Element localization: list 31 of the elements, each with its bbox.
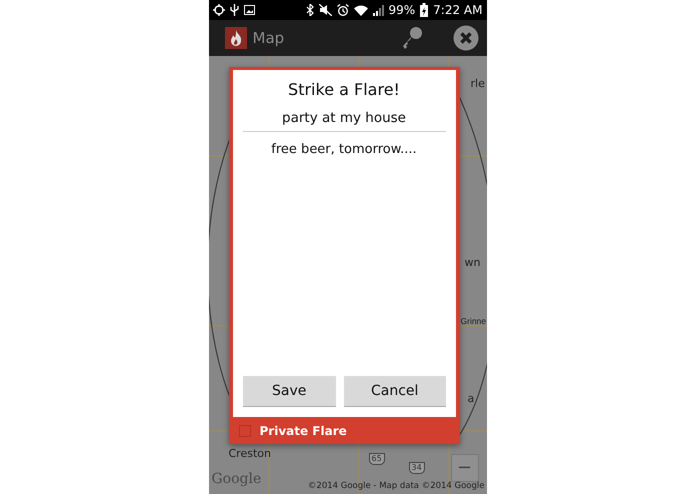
mute-icon xyxy=(318,4,332,16)
battery-percent: 99% xyxy=(388,2,416,19)
place-label: rle xyxy=(470,78,485,89)
flame-icon[interactable] xyxy=(224,27,246,49)
map-attribution: ©2014 Google - Map data ©2014 Google xyxy=(308,480,484,493)
place-label: a xyxy=(468,393,474,404)
app-title: Map xyxy=(252,28,284,49)
private-checkbox[interactable] xyxy=(238,424,250,436)
flare-message-field[interactable]: free beer, tomorrow.... xyxy=(242,132,446,368)
signal-icon xyxy=(372,4,384,16)
dialog-title: Strike a Flare! xyxy=(288,79,400,101)
highway-shield: 34 xyxy=(408,462,425,474)
key-icon[interactable] xyxy=(400,26,422,50)
bluetooth-icon xyxy=(306,4,314,16)
clock-time: 7:22 AM xyxy=(433,2,482,19)
private-flare-label: Private Flare xyxy=(260,422,347,440)
highway-shield: 65 xyxy=(368,453,385,465)
usb-icon xyxy=(230,4,238,16)
gps-target-icon xyxy=(212,4,224,16)
place-label: wn xyxy=(464,257,480,268)
map-logo: Google xyxy=(212,470,262,489)
place-label: Grinne xyxy=(460,317,486,326)
save-button[interactable]: Save xyxy=(242,376,336,407)
flare-name-field[interactable]: party at my house xyxy=(242,106,446,132)
battery-icon xyxy=(420,3,428,17)
image-icon xyxy=(244,5,254,15)
close-icon[interactable] xyxy=(452,25,478,51)
place-label: Creston xyxy=(228,448,271,459)
alarm-icon xyxy=(336,4,348,16)
wifi-icon xyxy=(354,4,368,16)
cancel-button[interactable]: Cancel xyxy=(344,376,446,407)
